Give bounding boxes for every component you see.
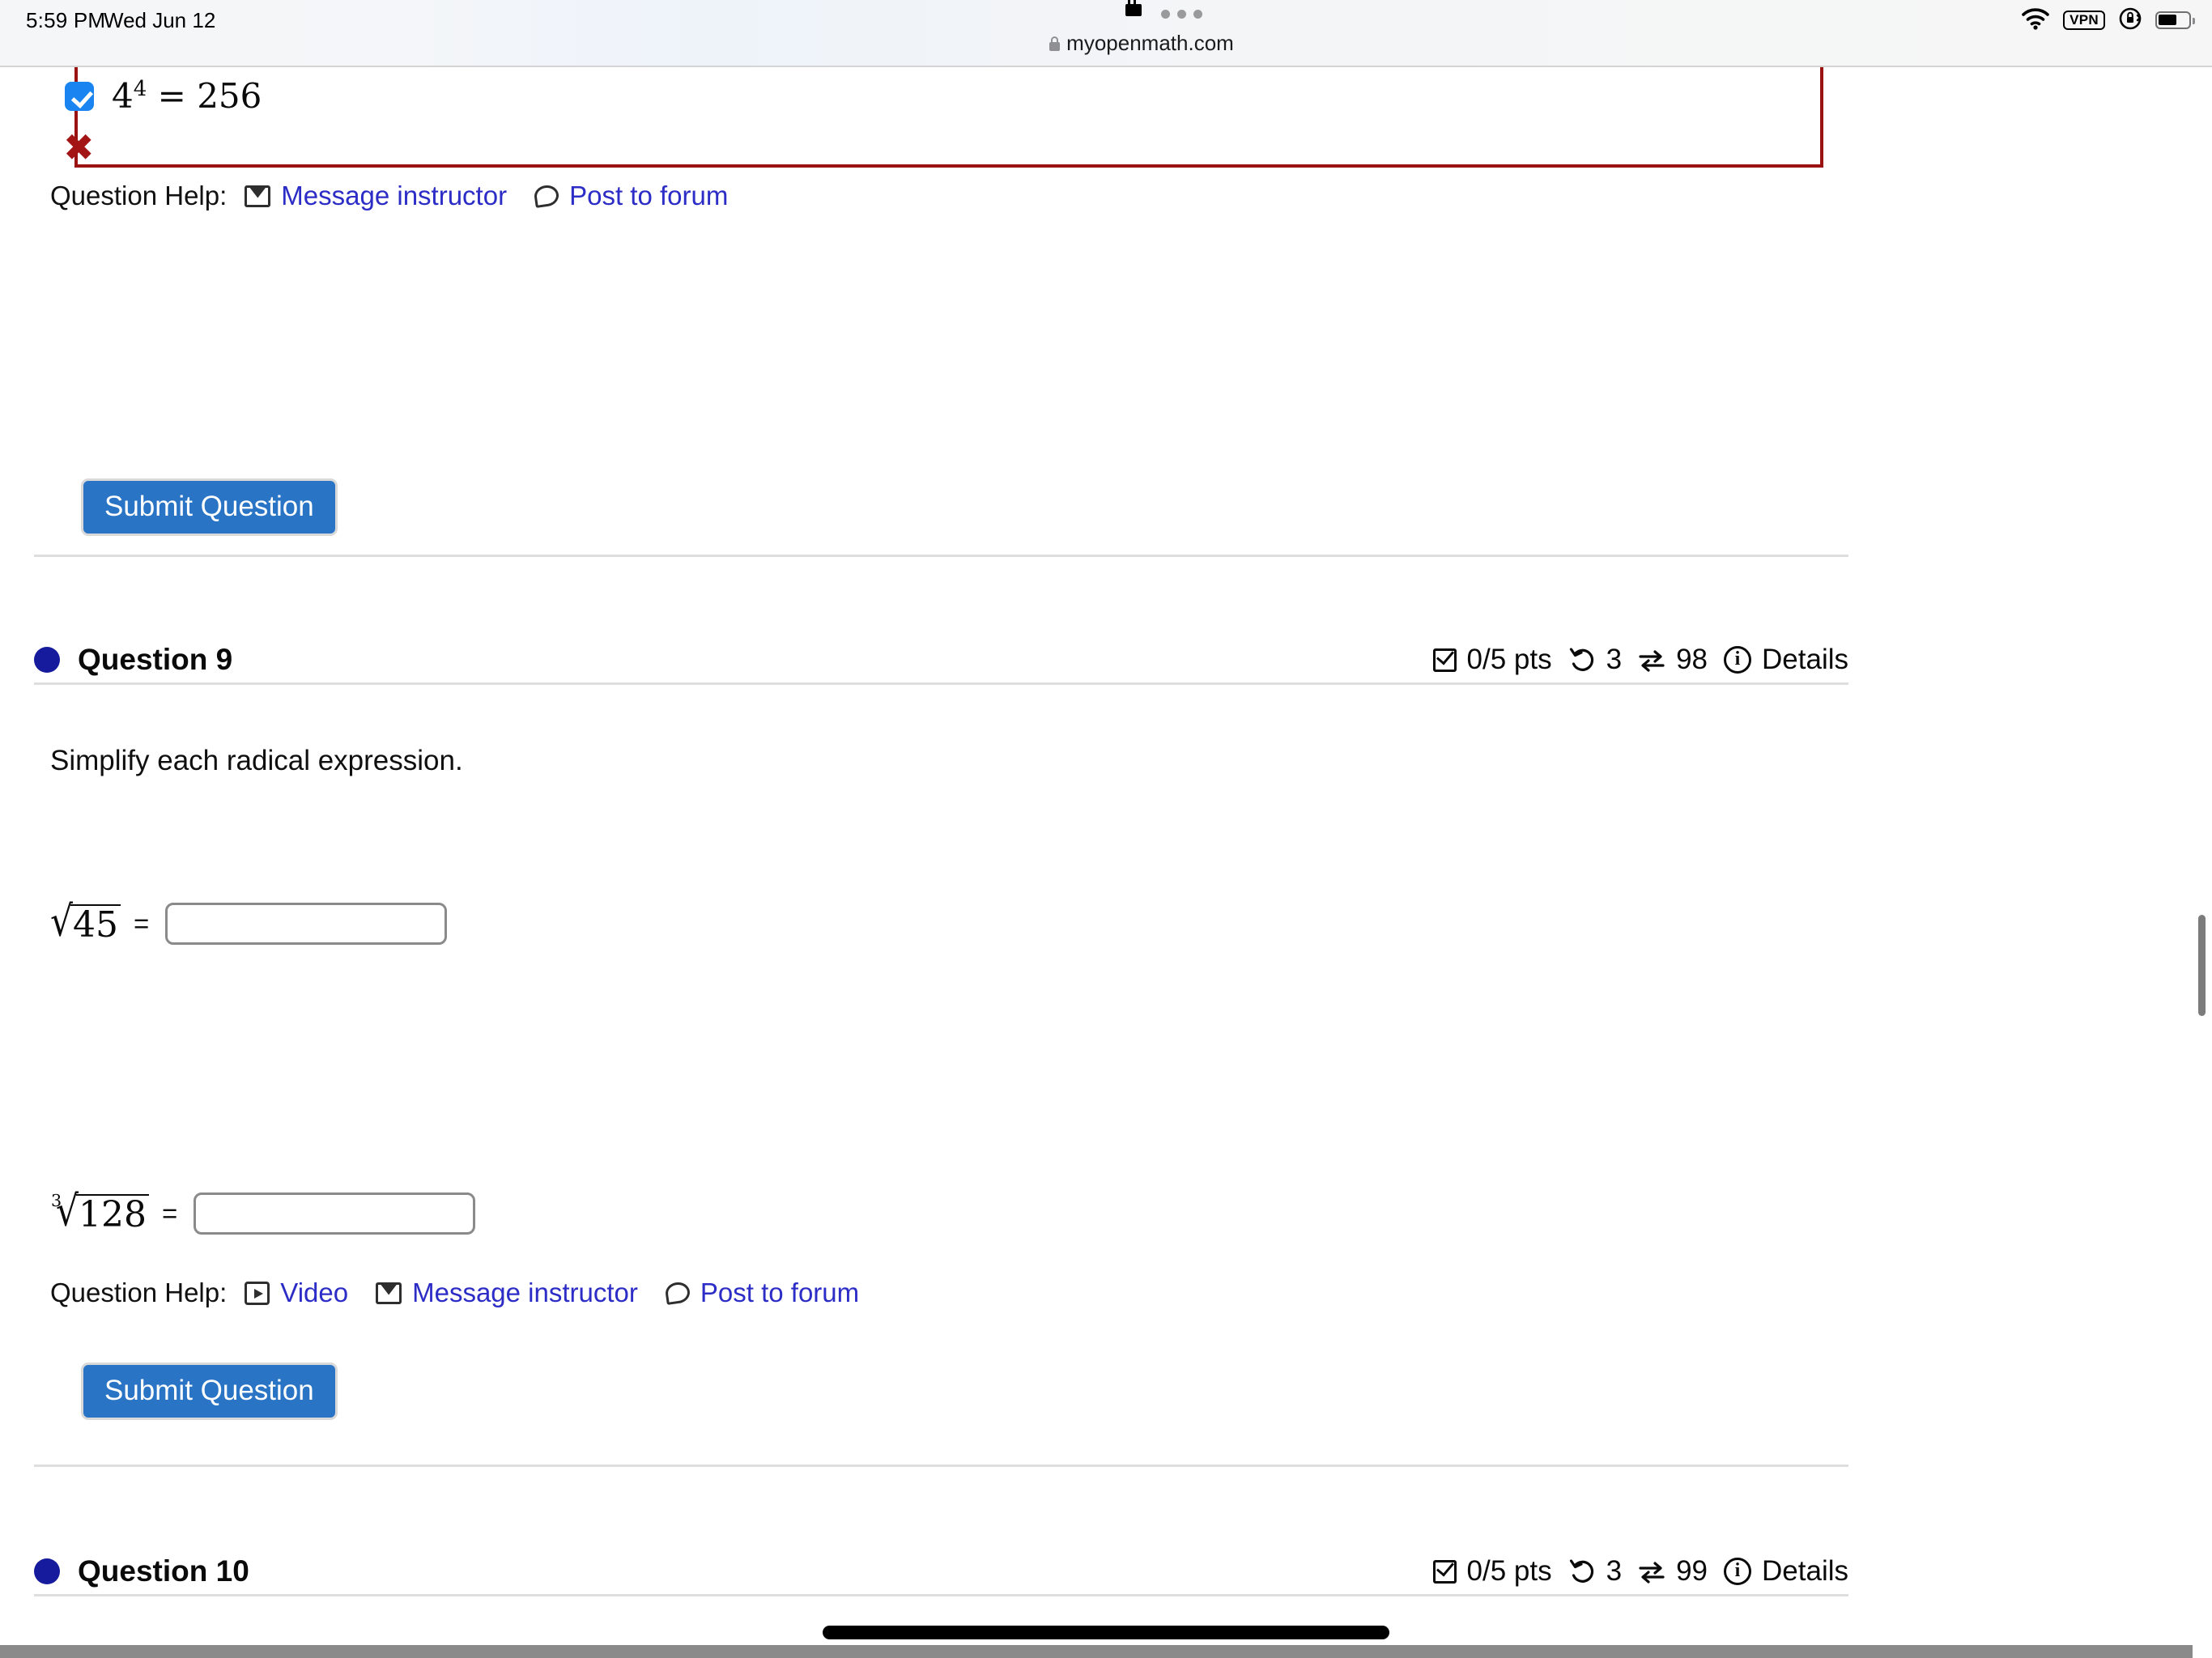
status-right-icons: VPN xyxy=(2021,6,2195,35)
question9-header: Question 9 0/5 pts 3 98 i Details xyxy=(34,636,1848,684)
answer-input-2[interactable] xyxy=(194,1192,476,1235)
post-to-forum-label: Post to forum xyxy=(569,181,729,210)
points-value: 0/5 pts xyxy=(1466,644,1552,675)
message-instructor-link[interactable]: Message instructor xyxy=(245,181,507,211)
question10-header: Question 10 0/5 pts 3 99 i Details xyxy=(34,1547,1848,1596)
orientation-lock-icon xyxy=(2118,6,2142,35)
question-status-dot xyxy=(34,1558,60,1584)
versions-stat: 99 xyxy=(1638,1555,1708,1588)
question9-title-group: Question 9 xyxy=(34,643,232,677)
expression-2-label: 3 √128 xyxy=(50,1190,150,1233)
secure-lock-icon xyxy=(1049,36,1061,51)
versions-stat: 98 xyxy=(1638,644,1708,676)
details-stat[interactable]: Details xyxy=(1724,1555,1848,1588)
address-bar[interactable]: myopenmath.com xyxy=(1049,31,1234,56)
question10-stats: 0/5 pts 3 99 i Details xyxy=(1432,1555,1848,1588)
ipad-status-bar: 5:59 PM Wed Jun 12 myopenmath.com VPN xyxy=(0,0,2212,66)
status-date: Wed Jun 12 xyxy=(104,8,216,32)
attempts-value: 3 xyxy=(1606,1555,1623,1587)
wifi-icon xyxy=(2021,7,2050,34)
video-icon xyxy=(245,1281,270,1305)
question-help-label: Question Help: xyxy=(50,181,228,210)
home-indicator xyxy=(823,1626,1389,1639)
expression-1-equals: = xyxy=(134,908,150,938)
question-status-dot xyxy=(34,647,60,673)
submit-question-button-8[interactable]: Submit Question xyxy=(81,478,338,536)
answer-feedback-box xyxy=(74,67,1823,168)
info-icon xyxy=(1724,646,1752,674)
incorrect-mark: ✖ xyxy=(63,125,95,169)
points-stat: 0/5 pts xyxy=(1432,644,1552,676)
choice-label-2: 44 = 256 xyxy=(112,76,262,116)
address-top-row xyxy=(931,0,1352,26)
vertical-scrollbar[interactable] xyxy=(2198,915,2206,1016)
post-to-forum-link[interactable]: Post to forum xyxy=(664,1278,860,1308)
post-to-forum-link[interactable]: Post to forum xyxy=(533,181,729,211)
section-divider xyxy=(34,1465,1848,1467)
points-value: 0/5 pts xyxy=(1466,1555,1552,1587)
mail-icon xyxy=(245,185,271,207)
attempts-value: 3 xyxy=(1606,644,1623,675)
points-stat: 0/5 pts xyxy=(1432,1555,1552,1588)
undo-icon xyxy=(1568,1558,1596,1584)
bottom-bar-cap xyxy=(2193,1645,2212,1658)
more-dots-icon[interactable] xyxy=(1161,10,1202,19)
details-label: Details xyxy=(1762,644,1848,675)
lock-icon xyxy=(1125,0,1142,16)
message-instructor-label: Message instructor xyxy=(281,181,508,210)
bottom-bar xyxy=(0,1645,2212,1658)
webpage-content: √25 = 5 44 = 256 ✖ Question Help: Messag… xyxy=(0,67,2212,1630)
question9-title: Question 9 xyxy=(78,643,233,676)
question-help-label: Question Help: xyxy=(50,1278,228,1307)
answer-input-1[interactable] xyxy=(165,903,448,945)
question9-prompt: Simplify each radical expression. xyxy=(50,745,463,776)
swap-arrows-icon xyxy=(1638,648,1665,672)
question8-help-row: Question Help: Message instructor Post t… xyxy=(50,181,755,211)
details-label: Details xyxy=(1762,1555,1848,1587)
question10-title: Question 10 xyxy=(78,1554,249,1588)
question10-title-group: Question 10 xyxy=(34,1554,249,1588)
question9-help-row: Question Help: Video Message instructor … xyxy=(50,1278,887,1308)
swap-arrows-icon xyxy=(1638,1559,1665,1584)
undo-icon xyxy=(1568,647,1596,673)
choice-row[interactable]: 44 = 256 xyxy=(65,79,262,113)
browser-address-area: myopenmath.com xyxy=(931,0,1352,56)
expression-1-label: √45 xyxy=(50,900,121,943)
choice-checkbox-2[interactable] xyxy=(65,81,94,111)
mail-icon xyxy=(376,1282,402,1304)
section-divider xyxy=(34,555,1848,557)
message-instructor-label: Message instructor xyxy=(412,1278,638,1307)
message-instructor-link[interactable]: Message instructor xyxy=(376,1278,638,1308)
expression-row-1: √45 = xyxy=(50,900,448,945)
section-divider xyxy=(34,682,1848,685)
chat-bubble-icon xyxy=(664,1281,691,1305)
chat-bubble-icon xyxy=(533,184,560,208)
video-link[interactable]: Video xyxy=(245,1278,348,1308)
checkbox-check-icon xyxy=(1432,1559,1457,1584)
status-time: 5:59 PM xyxy=(26,8,106,32)
address-bar-url: myopenmath.com xyxy=(1066,31,1234,55)
section-divider xyxy=(34,1594,1848,1596)
vpn-badge: VPN xyxy=(2063,11,2105,30)
expression-2-equals: = xyxy=(162,1198,178,1228)
battery-icon xyxy=(2155,11,2195,29)
post-to-forum-label: Post to forum xyxy=(700,1278,860,1307)
versions-value: 98 xyxy=(1676,644,1708,675)
submit-question-button-9[interactable]: Submit Question xyxy=(81,1363,338,1420)
expression-row-2: 3 √128 = xyxy=(50,1190,476,1235)
video-label: Video xyxy=(280,1278,349,1307)
versions-value: 99 xyxy=(1676,1555,1708,1587)
question9-stats: 0/5 pts 3 98 i Details xyxy=(1432,644,1848,676)
checkbox-check-icon xyxy=(1432,648,1457,672)
statusbar-divider xyxy=(0,66,2212,67)
info-icon xyxy=(1724,1558,1752,1585)
details-stat[interactable]: Details xyxy=(1724,644,1848,676)
attempts-stat: 3 xyxy=(1568,644,1622,676)
attempts-stat: 3 xyxy=(1568,1555,1622,1588)
